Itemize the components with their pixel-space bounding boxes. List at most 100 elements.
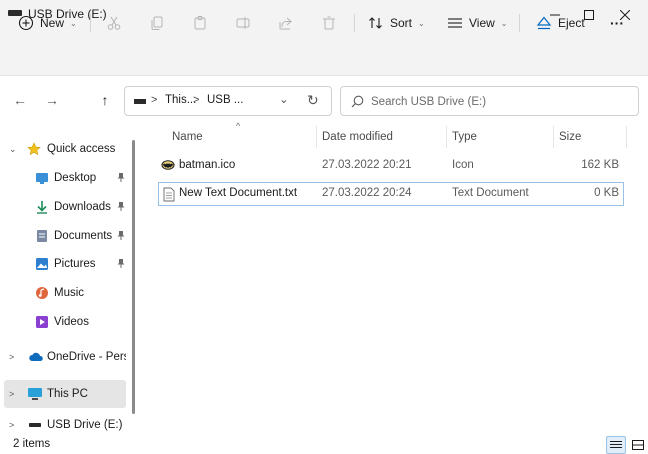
videos-icon: [35, 315, 49, 329]
file-date-modified: 27.03.2022 20:24: [322, 187, 412, 199]
sidebar-item-pictures[interactable]: Pictures: [4, 250, 126, 278]
sidebar-item-music[interactable]: Music: [4, 279, 126, 307]
this-pc-monitor-icon: [27, 387, 43, 401]
eject-icon: [536, 16, 552, 30]
search-box[interactable]: [340, 86, 639, 116]
breadcrumb-separator: >: [151, 94, 158, 106]
column-header-name[interactable]: Name: [172, 126, 312, 148]
details-view-button[interactable]: [606, 436, 626, 454]
view-button[interactable]: View ⌄: [447, 8, 508, 38]
file-size: 0 KB: [594, 187, 619, 199]
sidebar-item-documents[interactable]: Documents: [4, 222, 126, 250]
sidebar-item-label: Videos: [54, 316, 89, 328]
text-file-icon: [163, 187, 175, 205]
column-divider[interactable]: [446, 126, 447, 148]
column-divider[interactable]: [316, 126, 317, 148]
paste-button[interactable]: [192, 8, 208, 38]
sort-label: Sort: [390, 16, 413, 30]
cut-icon: [107, 16, 121, 30]
chevron-down-icon: ⌄: [418, 18, 425, 28]
refresh-button[interactable]: ↻: [307, 92, 319, 109]
rename-icon: [236, 17, 250, 29]
desktop-icon: [35, 171, 49, 185]
file-row[interactable]: New Text Document.txt 27.03.2022 20:24 T…: [158, 182, 624, 206]
sidebar-item-this-pc[interactable]: > This PC: [4, 380, 126, 408]
sidebar-scrollbar[interactable]: [132, 140, 135, 414]
sidebar-item-downloads[interactable]: Downloads: [4, 193, 126, 221]
close-button[interactable]: [602, 0, 648, 30]
copy-button[interactable]: [149, 8, 165, 38]
column-header-size[interactable]: Size: [559, 126, 619, 148]
sidebar-item-label: USB Drive (E:): [47, 419, 123, 431]
file-type: Icon: [452, 159, 474, 171]
breadcrumb-separator: >: [193, 94, 200, 106]
address-dropdown-icon[interactable]: ⌄: [279, 92, 289, 106]
expand-icon[interactable]: >: [9, 352, 14, 362]
cut-button[interactable]: [106, 8, 122, 38]
new-button[interactable]: New ⌄: [18, 8, 77, 38]
breadcrumb-this-pc[interactable]: This...: [165, 94, 196, 106]
file-size: 162 KB: [581, 159, 619, 171]
paste-icon: [194, 16, 206, 30]
pin-icon: [116, 201, 126, 213]
sidebar-item-label: Documents: [54, 230, 113, 242]
expand-icon[interactable]: >: [9, 420, 14, 430]
toolbar-divider: [519, 14, 520, 32]
batman-icon: [161, 159, 175, 174]
details-view-icon: [610, 441, 622, 448]
item-count: 2 items: [13, 438, 51, 450]
pin-icon: [116, 258, 126, 270]
forward-button[interactable]: →: [40, 88, 64, 112]
file-row[interactable]: batman.ico 27.03.2022 20:21 Icon 162 KB: [158, 154, 624, 178]
search-input[interactable]: [371, 93, 631, 111]
sort-icon: [369, 17, 382, 29]
sidebar-item-label: Quick access: [47, 143, 116, 155]
status-bar: [0, 436, 648, 454]
up-button[interactable]: ↑: [93, 88, 117, 112]
chevron-down-icon: ⌄: [70, 18, 77, 28]
column-divider[interactable]: [626, 126, 627, 148]
address-bar[interactable]: > This... > USB ... ⌄ ↻: [124, 86, 332, 116]
pictures-icon: [35, 257, 49, 271]
download-icon: [35, 200, 49, 214]
pin-icon: [116, 172, 126, 184]
onedrive-cloud-icon: [28, 350, 44, 364]
more-options-button[interactable]: ···: [610, 8, 624, 38]
documents-icon: [35, 229, 49, 243]
delete-icon: [323, 16, 335, 30]
sidebar-item-label: Desktop: [54, 172, 97, 184]
pin-icon: [116, 230, 126, 242]
sidebar-item-quick-access[interactable]: ⌄ Quick access: [4, 135, 126, 163]
column-header-type[interactable]: Type: [452, 126, 552, 148]
share-button[interactable]: [278, 8, 294, 38]
sidebar-item-videos[interactable]: Videos: [4, 308, 126, 336]
sort-button[interactable]: Sort ⌄: [368, 8, 425, 38]
sidebar-item-onedrive[interactable]: > OneDrive - Perso: [4, 343, 126, 371]
back-button[interactable]: ←: [8, 88, 32, 112]
view-icon: [448, 18, 462, 28]
column-header-date-modified[interactable]: Date modified: [322, 126, 442, 148]
expand-icon[interactable]: >: [9, 389, 14, 399]
music-icon: [35, 286, 49, 300]
toolbar-divider: [354, 14, 355, 32]
new-plus-icon: [18, 15, 34, 31]
delete-button[interactable]: [321, 8, 337, 38]
usb-drive-icon: [28, 418, 42, 432]
file-name: New Text Document.txt: [179, 187, 298, 199]
tiles-view-button[interactable]: [628, 436, 648, 454]
sidebar-item-desktop[interactable]: Desktop: [4, 164, 126, 192]
sidebar-item-label: This PC: [47, 388, 88, 400]
file-name: batman.ico: [179, 159, 236, 171]
new-label: New: [40, 16, 65, 30]
breadcrumb-usb-drive[interactable]: USB ...: [207, 94, 243, 106]
rename-button[interactable]: [235, 8, 251, 38]
collapse-icon[interactable]: ⌄: [9, 144, 17, 155]
chevron-down-icon: ⌄: [500, 18, 508, 28]
column-divider[interactable]: [553, 126, 554, 148]
file-date-modified: 27.03.2022 20:21: [322, 159, 412, 171]
tiles-view-icon: [632, 440, 644, 450]
sidebar-item-usb-drive[interactable]: > USB Drive (E:): [4, 415, 126, 435]
maximize-icon: [584, 10, 594, 20]
star-icon: [27, 142, 41, 156]
eject-button[interactable]: Eject: [536, 8, 585, 38]
